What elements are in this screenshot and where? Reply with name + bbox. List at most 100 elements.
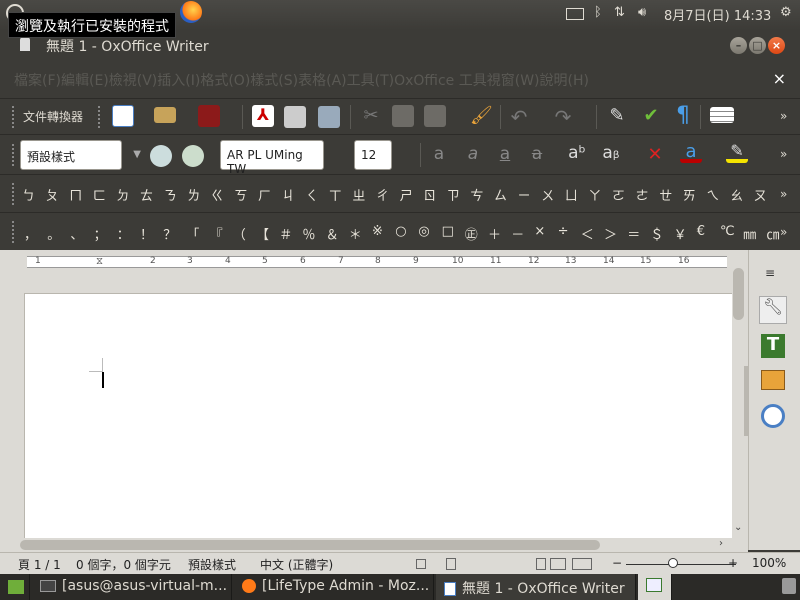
close-document-button[interactable]: × xyxy=(773,69,786,88)
styles-icon[interactable]: T xyxy=(761,334,785,358)
zhuyin-symbol-button[interactable]: ㄊ xyxy=(140,185,153,204)
menu-item[interactable]: 檢視(V) xyxy=(109,73,158,89)
zhuyin-symbol-button[interactable]: ㄑ xyxy=(305,185,318,204)
font-size-combo[interactable]: 12 xyxy=(354,140,392,170)
zhuyin-symbol-button[interactable]: ㄌ xyxy=(187,185,200,204)
punctuation-symbol-button[interactable]: 『 xyxy=(210,224,223,243)
punctuation-symbol-button[interactable]: × xyxy=(534,224,545,239)
page-style[interactable]: 預設樣式 xyxy=(188,556,236,573)
minimize-button[interactable]: – xyxy=(730,37,747,54)
zhuyin-symbol-button[interactable]: ㄗ xyxy=(447,185,460,204)
punctuation-symbol-button[interactable]: ㊣ xyxy=(465,224,478,243)
punctuation-symbol-button[interactable]: （ xyxy=(233,224,246,243)
signature-icon[interactable] xyxy=(446,558,456,570)
menu-item[interactable]: 格式(O) xyxy=(200,73,250,89)
zhuyin-symbol-button[interactable]: ㄟ xyxy=(706,185,719,204)
menu-item[interactable]: 檔案(F) xyxy=(14,73,61,89)
font-name-combo[interactable]: AR PL UMing TW xyxy=(220,140,324,176)
volume-icon[interactable]: 🔊︎ xyxy=(638,5,646,20)
sidebar-menu-icon[interactable]: ≡ xyxy=(765,266,775,280)
print-icon[interactable] xyxy=(284,106,306,128)
export-pdf-icon[interactable]: ⅄ xyxy=(252,105,274,127)
keyboard-icon[interactable] xyxy=(566,8,584,20)
toolbar-grip[interactable] xyxy=(12,106,15,128)
zhuyin-symbol-button[interactable]: ㄒ xyxy=(329,185,342,204)
indent-marker[interactable]: ⧖ xyxy=(96,256,103,267)
scroll-down-icon[interactable]: ⌄ xyxy=(734,522,742,533)
toolbar-overflow-icon[interactable]: » xyxy=(780,109,787,123)
zhuyin-symbol-button[interactable]: ㄎ xyxy=(234,185,247,204)
punctuation-symbol-button[interactable]: 。 xyxy=(47,224,60,243)
navigator-icon[interactable] xyxy=(761,404,785,428)
zhuyin-symbol-button[interactable]: ㄅ xyxy=(22,185,35,204)
show-desktop-icon[interactable] xyxy=(0,574,30,600)
clear-formatting-icon[interactable]: ✕ xyxy=(644,144,666,166)
punctuation-symbol-button[interactable]: ÷ xyxy=(558,224,569,239)
paragraph-style-combo[interactable]: 預設樣式 ▼ xyxy=(20,140,141,170)
cut-icon[interactable]: ✂ xyxy=(360,105,382,127)
underline-icon[interactable]: a xyxy=(494,144,516,166)
document-converter-button[interactable]: 文件轉換器 xyxy=(23,108,83,125)
punctuation-symbol-button[interactable]: ㎜ xyxy=(743,224,756,243)
clock[interactable]: 8月7日(日) 14:33 xyxy=(664,5,771,24)
punctuation-symbol-button[interactable]: 【 xyxy=(256,224,269,243)
task-terminal[interactable]: [asus@asus-virtual-m... xyxy=(32,574,232,600)
punctuation-symbol-button[interactable]: ＜ xyxy=(581,224,594,243)
zhuyin-symbol-button[interactable]: ㄆ xyxy=(46,185,59,204)
zhuyin-symbol-button[interactable]: ㄨ xyxy=(541,185,554,204)
network-icon[interactable]: ⇅ xyxy=(614,5,625,20)
zhuyin-symbol-button[interactable]: ㄚ xyxy=(588,185,601,204)
zhuyin-symbol-button[interactable]: ㄋ xyxy=(164,185,177,204)
menu-item[interactable]: 工具(T) xyxy=(347,73,394,89)
punctuation-symbol-button[interactable]: ＃ xyxy=(279,224,292,243)
horizontal-scroll-thumb[interactable] xyxy=(20,540,600,550)
punctuation-symbol-button[interactable]: € xyxy=(697,224,705,239)
punctuation-symbol-button[interactable]: ： xyxy=(117,224,130,243)
single-page-view-icon[interactable] xyxy=(536,558,546,570)
vertical-scroll-thumb[interactable] xyxy=(733,268,744,320)
punctuation-symbol-button[interactable]: ㎝ xyxy=(766,224,779,243)
punctuation-symbol-button[interactable]: ？ xyxy=(163,224,176,243)
menu-item[interactable]: OxOffice 工具視窗(W) xyxy=(394,73,539,89)
insert-table-icon[interactable] xyxy=(710,107,734,123)
zhuyin-symbol-button[interactable]: ㄈ xyxy=(93,185,106,204)
zoom-slider-thumb[interactable] xyxy=(668,558,678,568)
bluetooth-icon[interactable]: ᛒ xyxy=(594,5,602,20)
menu-item[interactable]: 說明(H) xyxy=(540,73,589,89)
zhuyin-symbol-button[interactable]: ㄡ xyxy=(754,185,767,204)
redo-icon[interactable]: ↷ xyxy=(552,105,574,129)
subscript-icon[interactable]: aᵦ xyxy=(600,143,622,165)
menu-item[interactable]: 表格(A) xyxy=(298,73,347,89)
new-style-icon[interactable] xyxy=(182,145,204,167)
word-count[interactable]: 0 個字，0 個字元 xyxy=(76,556,171,573)
zhuyin-symbol-button[interactable]: ㄉ xyxy=(116,185,129,204)
font-color-icon[interactable]: a xyxy=(680,141,702,163)
punctuation-symbol-button[interactable]: ◎ xyxy=(418,224,429,239)
document-page[interactable] xyxy=(24,293,736,553)
punctuation-symbol-button[interactable]: ％ xyxy=(302,224,315,243)
punctuation-symbol-button[interactable]: ※ xyxy=(372,224,383,239)
close-window-button[interactable]: × xyxy=(768,37,785,54)
italic-icon[interactable]: a xyxy=(462,144,484,166)
zhuyin-symbol-button[interactable]: ㄩ xyxy=(565,185,578,204)
undo-icon[interactable]: ↶ xyxy=(508,105,530,129)
punctuation-symbol-button[interactable]: ℃ xyxy=(720,224,735,239)
zoom-slider[interactable] xyxy=(626,564,736,565)
properties-wrench-icon[interactable]: 🔧︎ xyxy=(759,296,787,324)
zhuyin-symbol-button[interactable]: ㄙ xyxy=(494,185,507,204)
maximize-button[interactable]: □ xyxy=(749,37,766,54)
find-replace-icon[interactable]: ✎ xyxy=(606,105,628,127)
bold-icon[interactable]: a xyxy=(428,144,450,166)
zoom-in-icon[interactable]: + xyxy=(728,556,738,570)
punctuation-symbol-button[interactable]: ！ xyxy=(140,224,153,243)
punctuation-symbol-button[interactable]: □ xyxy=(442,224,454,239)
punctuation-symbol-button[interactable]: 、 xyxy=(70,224,83,243)
book-view-icon[interactable] xyxy=(572,558,592,570)
zhuyin-symbol-button[interactable]: ㄜ xyxy=(636,185,649,204)
punctuation-symbol-button[interactable]: ＊ xyxy=(349,224,362,243)
workspace-switcher-icon[interactable] xyxy=(638,574,672,600)
scroll-right-icon[interactable]: › xyxy=(719,538,723,549)
toolbar-overflow-icon[interactable]: » xyxy=(780,187,787,201)
zhuyin-symbol-button[interactable]: ㄓ xyxy=(352,185,365,204)
zhuyin-symbol-button[interactable]: ㄠ xyxy=(730,185,743,204)
